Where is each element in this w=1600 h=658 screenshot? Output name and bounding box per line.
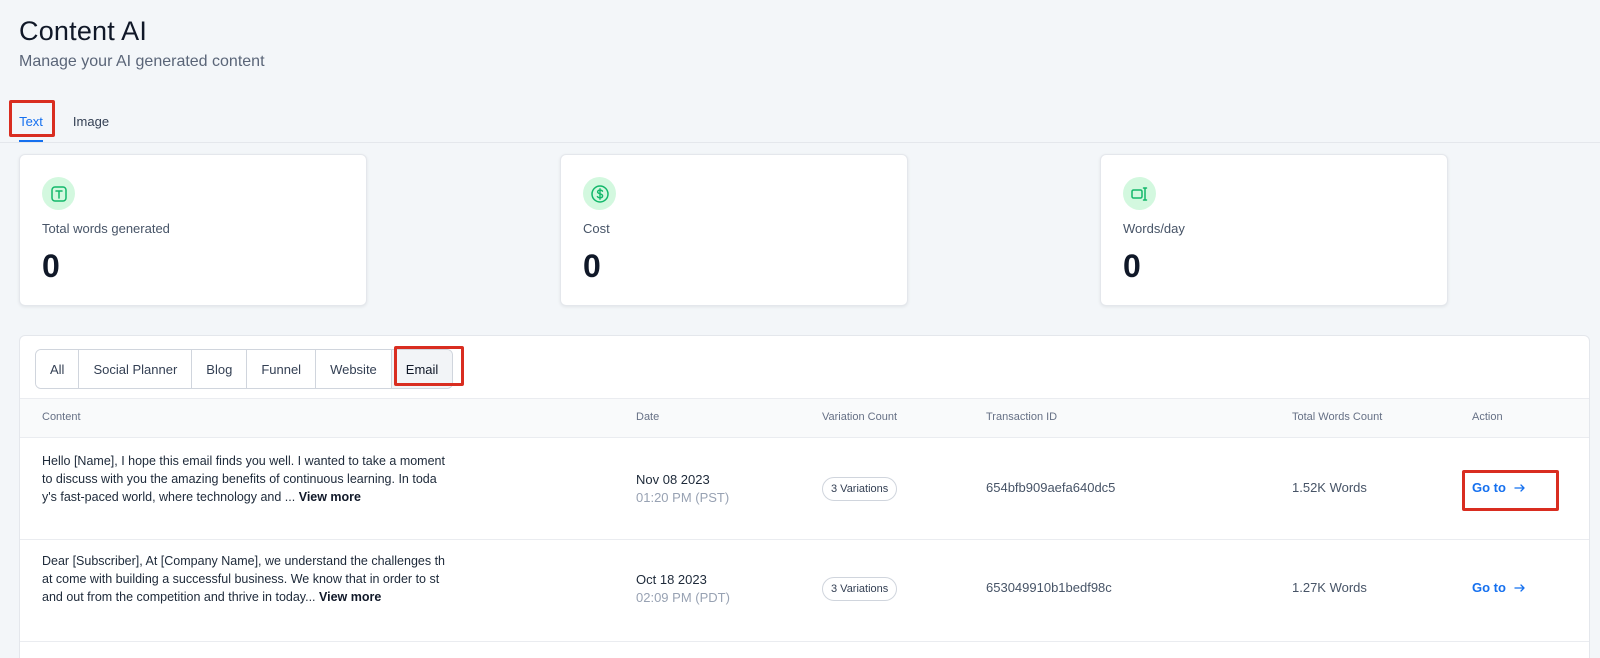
- stat-label: Cost: [583, 221, 610, 236]
- total-words-count: 1.52K Words: [1292, 480, 1367, 495]
- page-header: Content AI Manage your AI generated cont…: [19, 16, 265, 71]
- filter-label: Funnel: [261, 361, 302, 377]
- column-header-total-words: Total Words Count: [1292, 411, 1383, 423]
- words-per-day-icon: [1123, 177, 1156, 210]
- stat-card-cost: Cost 0: [560, 154, 908, 306]
- transaction-id: 654bfb909aefa640dc5: [986, 480, 1116, 495]
- view-more-link[interactable]: View more: [299, 490, 361, 504]
- filter-funnel[interactable]: Funnel: [247, 350, 317, 388]
- table-row: Dear [Subscriber], At [Company Name], we…: [20, 540, 1589, 642]
- filter-label: All: [50, 361, 65, 377]
- column-header-content: Content: [42, 411, 81, 423]
- filter-email[interactable]: Email: [391, 350, 453, 388]
- category-filter: All Social Planner Blog Funnel Website E…: [35, 349, 454, 389]
- tab-text-label: Text: [19, 113, 43, 129]
- stat-value: 0: [1123, 248, 1141, 284]
- filter-social-planner[interactable]: Social Planner: [79, 350, 193, 388]
- dollar-circle-icon: [583, 177, 616, 210]
- content-type-tabs: Text Image: [0, 100, 1600, 143]
- column-header-transaction-id: Transaction ID: [986, 411, 1058, 423]
- variation-count-badge: 3 Variations: [822, 477, 898, 501]
- go-to-button[interactable]: Go to: [1472, 480, 1526, 495]
- arrow-right-icon: [1514, 583, 1525, 592]
- filter-all[interactable]: All: [36, 350, 80, 388]
- filter-blog[interactable]: Blog: [192, 350, 248, 388]
- table-header: Content Date Variation Count Transaction…: [20, 398, 1589, 438]
- date-value: Oct 18 2023: [636, 572, 707, 587]
- view-more-link[interactable]: View more: [319, 590, 381, 604]
- time-value: 01:20 PM (PST): [636, 490, 730, 505]
- tab-image-label: Image: [72, 113, 110, 129]
- column-header-variation-count: Variation Count: [822, 411, 898, 423]
- stat-label: Words/day: [1123, 221, 1185, 236]
- content-cell: Hello [Name], I hope this email finds yo…: [42, 452, 446, 506]
- total-words-count: 1.27K Words: [1292, 580, 1367, 595]
- tab-text[interactable]: Text: [10, 100, 52, 142]
- page-subtitle: Manage your AI generated content: [19, 53, 265, 70]
- time-value: 02:09 PM (PDT): [636, 590, 730, 605]
- filter-label: Blog: [206, 361, 233, 377]
- stat-value: 0: [42, 248, 60, 284]
- arrow-right-icon: [1514, 483, 1525, 492]
- go-to-label: Go to: [1472, 480, 1506, 495]
- column-header-action: Action: [1472, 411, 1503, 423]
- content-preview: Hello [Name], I hope this email finds yo…: [42, 454, 445, 504]
- content-panel: All Social Planner Blog Funnel Website E…: [19, 335, 1590, 658]
- filter-label: Social Planner: [93, 361, 178, 377]
- stat-card-words-per-day: Words/day 0: [1100, 154, 1448, 306]
- date-cell: Oct 18 2023 02:09 PM (PDT): [636, 571, 730, 607]
- content-cell: Dear [Subscriber], At [Company Name], we…: [42, 552, 446, 606]
- stat-label: Total words generated: [42, 221, 170, 236]
- page-title: Content AI: [19, 16, 148, 46]
- tab-image[interactable]: Image: [64, 100, 118, 142]
- table-row: Hello [Name], I hope this email finds yo…: [20, 438, 1589, 540]
- stat-value: 0: [583, 248, 601, 284]
- date-value: Nov 08 2023: [636, 472, 710, 487]
- transaction-id: 653049910b1bedf98c: [986, 580, 1112, 595]
- filter-label: Email: [405, 361, 439, 377]
- filter-label: Website: [330, 361, 377, 377]
- stat-card-total-words: Total words generated 0: [19, 154, 367, 306]
- date-cell: Nov 08 2023 01:20 PM (PST): [636, 471, 729, 507]
- go-to-label: Go to: [1472, 580, 1506, 595]
- variation-count-badge: 3 Variations: [822, 577, 898, 601]
- text-t-icon: [42, 177, 75, 210]
- filter-website[interactable]: Website: [316, 350, 392, 388]
- go-to-button[interactable]: Go to: [1472, 580, 1526, 595]
- content-preview: Dear [Subscriber], At [Company Name], we…: [42, 554, 445, 604]
- column-header-date: Date: [636, 411, 660, 423]
